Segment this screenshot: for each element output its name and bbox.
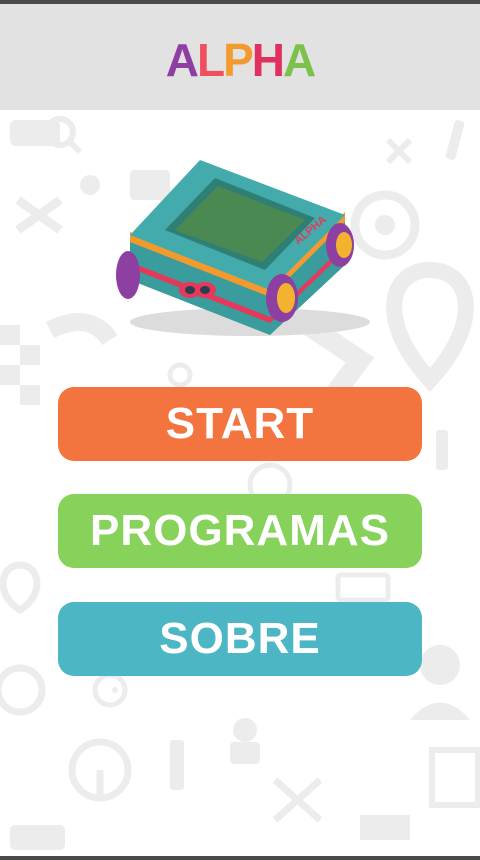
car-repair-icon [10,116,83,155]
alpha-robot-illustration: ALPHA [110,150,380,340]
steering-wheel-icon [0,664,132,802]
tire-icon [92,672,128,708]
map-pin-icon [386,261,474,392]
navigation-bar-strip [0,856,480,860]
sobre-button[interactable]: SOBRE [58,602,422,676]
app-header: ALPHA [0,4,480,110]
alpha-logo: ALPHA [0,34,480,86]
programas-button[interactable]: PROGRAMAS [58,494,422,568]
robot-eyes [179,282,216,298]
logo-letter-5: A [283,34,316,86]
logo-letter-3: P [223,34,254,86]
checkered-flag-icon [0,325,40,405]
start-button[interactable]: START [58,387,422,461]
robot-svg: ALPHA [116,160,370,336]
logo-letter-4: H [251,34,285,86]
wrench-icon [385,137,413,165]
logo-letter-2: L [196,34,225,86]
logo-letter-1: A [165,34,199,86]
